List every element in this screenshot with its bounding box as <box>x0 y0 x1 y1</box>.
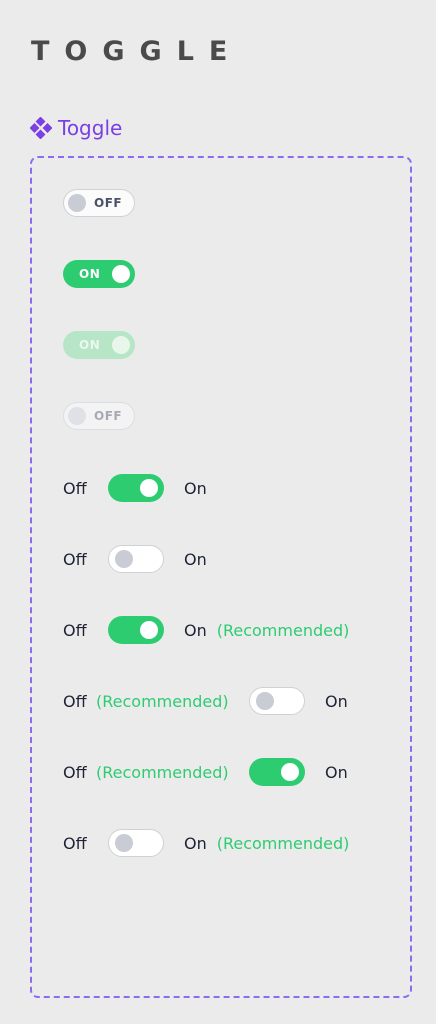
switch-knob <box>256 691 274 710</box>
toggle-on-disabled: ON <box>63 331 135 359</box>
on-label: On <box>325 762 348 782</box>
toggle-knob <box>112 265 130 283</box>
toggle-knob <box>112 336 130 354</box>
on-label: On <box>325 691 348 711</box>
on-label: On <box>184 549 207 569</box>
switch-row: Off (Recommended) On <box>63 687 348 715</box>
switch-row: Off (Recommended) On <box>63 758 348 786</box>
toggle-row-on: ON <box>63 260 135 288</box>
switch-knob <box>115 549 133 568</box>
switch-knob <box>140 479 158 497</box>
toggle-knob <box>68 193 86 212</box>
switch[interactable] <box>249 758 305 786</box>
switch[interactable] <box>108 474 164 502</box>
section-title: Toggle <box>58 116 123 140</box>
switch-knob <box>140 621 158 639</box>
page-title: TOGGLE <box>31 36 243 67</box>
on-label: On <box>184 620 207 640</box>
recommended-label: (Recommended) <box>216 620 350 640</box>
toggle-off-disabled: OFF <box>63 402 135 430</box>
off-label: Off <box>63 549 87 569</box>
toggle-on[interactable]: ON <box>63 260 135 288</box>
recommended-label: (Recommended) <box>96 691 229 711</box>
off-label: Off <box>63 478 87 498</box>
toggle-row-off-disabled: OFF <box>63 402 135 430</box>
switch-row: Off On <box>63 474 207 502</box>
switch[interactable] <box>108 616 164 644</box>
toggle-off[interactable]: OFF <box>63 189 135 217</box>
toggle-label: OFF <box>94 195 123 210</box>
switch-knob <box>115 833 133 852</box>
switch[interactable] <box>249 687 305 715</box>
off-label: Off <box>63 620 87 640</box>
switch-row: Off On (Recommended) <box>63 616 349 644</box>
switch[interactable] <box>108 829 164 857</box>
switch-row: Off On (Recommended) <box>63 829 349 857</box>
switch[interactable] <box>108 545 164 573</box>
toggle-label: ON <box>79 338 101 352</box>
toggle-label: ON <box>79 267 101 281</box>
on-label: On <box>184 478 207 498</box>
diamond-grid-icon <box>29 116 53 140</box>
toggle-row-on-disabled: ON <box>63 331 135 359</box>
off-label: Off <box>63 691 87 711</box>
switch-knob <box>281 763 299 781</box>
off-label: Off <box>63 833 87 853</box>
switch-row: Off On <box>63 545 207 573</box>
toggle-row-off: OFF <box>63 189 135 217</box>
section-header: Toggle <box>29 116 123 140</box>
recommended-label: (Recommended) <box>96 762 229 782</box>
off-label: Off <box>63 762 87 782</box>
toggle-knob <box>68 406 86 425</box>
toggle-label: OFF <box>94 408 123 423</box>
on-label: On <box>184 833 207 853</box>
recommended-label: (Recommended) <box>216 833 350 853</box>
